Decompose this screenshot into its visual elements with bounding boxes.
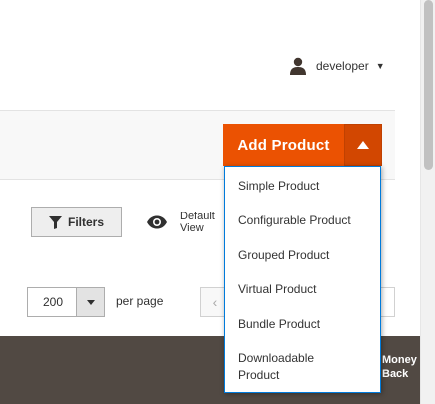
menu-item-bundle-product[interactable]: Bundle Product bbox=[238, 316, 320, 333]
triangle-up-icon bbox=[357, 141, 369, 149]
menu-item-simple-product[interactable]: Simple Product bbox=[238, 178, 319, 195]
chevron-left-icon: ‹ bbox=[212, 294, 218, 310]
user-icon bbox=[290, 57, 306, 75]
funnel-icon bbox=[48, 215, 62, 229]
per-page-dropdown-button[interactable] bbox=[76, 288, 104, 316]
menu-item-virtual-product[interactable]: Virtual Product bbox=[238, 281, 317, 298]
add-product-button[interactable]: Add Product bbox=[223, 124, 344, 166]
filters-button[interactable]: Filters bbox=[31, 207, 122, 237]
default-view-dropdown[interactable]: Default View bbox=[146, 212, 226, 232]
per-page-label: per page bbox=[116, 294, 164, 308]
page-scrollbar[interactable] bbox=[420, 0, 435, 404]
admin-header bbox=[0, 0, 395, 110]
chevron-down-icon bbox=[86, 299, 95, 305]
chevron-down-icon: ▼ bbox=[375, 61, 385, 71]
default-view-label: Default View bbox=[180, 212, 215, 232]
scrollbar-thumb[interactable] bbox=[424, 0, 433, 170]
user-name: developer bbox=[316, 59, 369, 73]
menu-item-downloadable-product[interactable]: Downloadable Product bbox=[238, 350, 358, 384]
user-account-menu[interactable]: developer ▼ bbox=[289, 56, 385, 76]
per-page-value: 200 bbox=[43, 295, 64, 309]
add-product-type-toggle[interactable] bbox=[344, 124, 382, 166]
add-product-split-button: Add Product bbox=[223, 124, 382, 166]
per-page-select[interactable]: 200 bbox=[27, 287, 105, 317]
product-type-dropdown: Simple Product Configurable Product Grou… bbox=[224, 166, 381, 393]
menu-item-configurable-product[interactable]: Configurable Product bbox=[238, 212, 351, 229]
column-header-money-back[interactable]: Money Back bbox=[382, 353, 422, 381]
menu-item-grouped-product[interactable]: Grouped Product bbox=[238, 247, 329, 264]
eye-icon bbox=[147, 215, 167, 229]
filters-label: Filters bbox=[67, 215, 104, 229]
